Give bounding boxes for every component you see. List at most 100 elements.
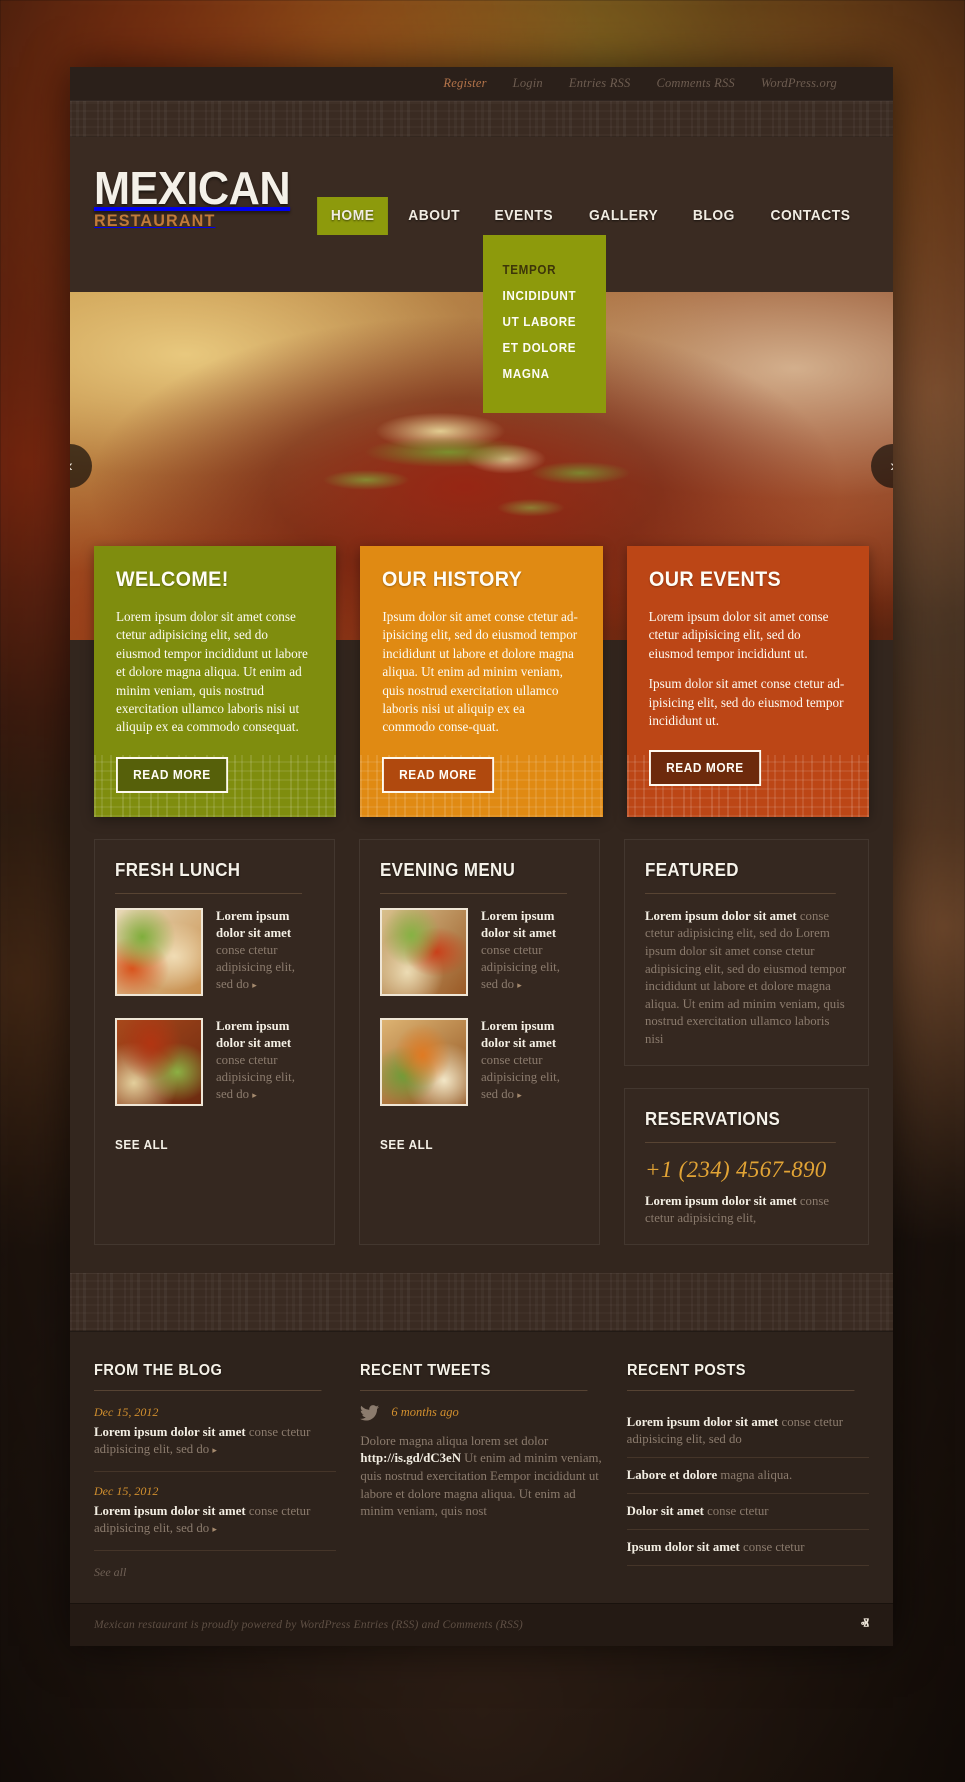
menu-item-text: Lorem ipsum dolor sit amet conse ctetur …	[481, 1018, 579, 1106]
post-lead: Lorem ipsum dolor sit amet	[626, 1414, 779, 1429]
list-item[interactable]: Dec 15, 2012 Lorem ipsum dolor sit amet …	[94, 1484, 337, 1551]
widget-recent-posts: RECENT POSTS Lorem ipsum dolor sit amet …	[626, 1362, 869, 1581]
tweet-body-text: Dolore magna aliqua lorem set dolor http…	[360, 1433, 602, 1521]
dropdown-item-et-dolore[interactable]: ET DOLORE	[483, 335, 597, 361]
menu-item-title: Lorem ipsum dolor sit amet	[216, 1018, 292, 1050]
topbar-link-entries-rss[interactable]: Entries RSS	[569, 76, 631, 91]
blog-entry-text: Lorem ipsum dolor sit amet conse ctetur …	[94, 1424, 336, 1459]
menu-item-title: Lorem ipsum dolor sit amet	[481, 1018, 557, 1050]
topbar-link-register[interactable]: Register	[443, 76, 486, 91]
dropdown-item-ut-labore[interactable]: UT LABORE	[483, 309, 597, 335]
see-all-link-evening-menu[interactable]: SEE ALL	[380, 1128, 433, 1152]
panel-title-featured: FEATURED	[645, 860, 836, 894]
menu-thumbnail-image	[115, 1017, 203, 1106]
read-more-button-events[interactable]: READ MORE	[648, 750, 761, 787]
menu-item-text: Lorem ipsum dolor sit amet conse ctetur …	[216, 908, 314, 996]
tweet-header: 6 months ago	[360, 1404, 602, 1421]
blog-entry-date: Dec 15, 2012	[94, 1404, 159, 1419]
menu-item-title: Lorem ipsum dolor sit amet	[481, 908, 557, 940]
arrow-right-icon: ▸	[252, 1089, 257, 1100]
arrow-right-icon: ▸	[252, 979, 257, 990]
aztec-ornament-strip-bottom	[70, 1273, 893, 1331]
panel-title-evening-menu: EVENING MENU	[380, 860, 568, 894]
promo-title-history: OUR HISTORY	[382, 568, 523, 591]
menu-item-title: Lorem ipsum dolor sit amet	[216, 908, 292, 940]
page-container: Register Login Entries RSS Comments RSS …	[70, 67, 893, 1646]
list-item[interactable]: Lorem ipsum dolor sit amet conse ctetur …	[626, 1405, 869, 1458]
copyright-text: Mexican restaurant is proudly powered by…	[94, 1618, 523, 1631]
panel-title-reservations: RESERVATIONS	[645, 1109, 836, 1143]
tweet-text-before: Dolore magna aliqua lorem set dolor	[360, 1433, 549, 1448]
nav-item-contacts[interactable]: CONTACTS	[757, 197, 865, 235]
read-more-button-welcome[interactable]: READ MORE	[116, 756, 228, 793]
dropdown-item-magna[interactable]: MAGNA	[483, 361, 597, 387]
menu-thumbnail-image	[115, 907, 203, 996]
panel-evening-menu: EVENING MENU Lorem ipsum dolor sit amet …	[359, 838, 600, 1245]
panel-fresh-lunch: FRESH LUNCH Lorem ipsum dolor sit amet c…	[94, 838, 335, 1245]
scroll-to-top-chevron-up-icon[interactable]: ⱏ	[861, 1616, 869, 1633]
widget-from-the-blog: FROM THE BLOG Dec 15, 2012 Lorem ipsum d…	[94, 1362, 337, 1581]
nav-item-about[interactable]: ABOUT	[394, 197, 473, 235]
nav-item-events[interactable]: EVENTS	[481, 197, 567, 235]
logo-sub-text: RESTAURANT	[94, 211, 216, 230]
see-all-link-blog[interactable]: See all	[94, 1565, 126, 1579]
topbar-link-login[interactable]: Login	[513, 76, 543, 91]
arrow-right-icon: ▸	[517, 1089, 522, 1100]
widget-title-blog: FROM THE BLOG	[94, 1362, 322, 1391]
panel-featured: FEATURED Lorem ipsum dolor sit amet cons…	[624, 838, 869, 1066]
list-item[interactable]: Lorem ipsum dolor sit amet conse ctetur …	[115, 907, 314, 996]
post-lead: Ipsum dolor sit amet	[626, 1539, 740, 1554]
top-utility-bar: Register Login Entries RSS Comments RSS …	[70, 67, 893, 101]
content-columns: FRESH LUNCH Lorem ipsum dolor sit amet c…	[70, 817, 893, 1273]
arrow-right-icon: ▸	[212, 1523, 217, 1534]
list-item[interactable]: Dec 15, 2012 Lorem ipsum dolor sit amet …	[94, 1404, 337, 1472]
promo-text-history: Ipsum dolor sit amet conse ctetur ad-ipi…	[382, 609, 578, 735]
main-navigation: HOME ABOUT EVENTS GALLERY BLOG CONTACTS	[314, 197, 869, 235]
post-rest: conse ctetur	[703, 1503, 769, 1518]
featured-lead: Lorem ipsum dolor sit amet	[645, 908, 797, 923]
arrow-right-icon: ▸	[517, 979, 522, 990]
promo-boxes: WELCOME! Lorem ipsum dolor sit amet cons…	[70, 546, 893, 817]
nav-item-blog[interactable]: BLOG	[679, 197, 749, 235]
topbar-link-comments-rss[interactable]: Comments RSS	[656, 76, 734, 91]
list-item[interactable]: Lorem ipsum dolor sit amet conse ctetur …	[115, 1017, 314, 1106]
arrow-right-icon: ▸	[212, 1444, 217, 1455]
see-all-link-fresh-lunch[interactable]: SEE ALL	[115, 1128, 168, 1152]
panel-reservations: RESERVATIONS +1 (234) 4567-890 Lorem ips…	[624, 1087, 869, 1245]
widget-recent-tweets: RECENT TWEETS 6 months ago Dolore magna …	[360, 1362, 602, 1581]
post-rest: magna aliqua.	[717, 1467, 793, 1482]
tweet-timestamp: 6 months ago	[391, 1405, 459, 1420]
featured-body: conse ctetur adipisicing elit, sed do Lo…	[645, 908, 847, 1046]
promo-box-events: OUR EVENTS Lorem ipsum dolor sit amet co…	[626, 546, 869, 817]
list-item[interactable]: Lorem ipsum dolor sit amet conse ctetur …	[380, 1017, 579, 1106]
tweet-link[interactable]: http://is.gd/dC3eN	[360, 1451, 461, 1465]
site-logo[interactable]: MEXICAN RESTAURANT	[94, 165, 303, 231]
menu-thumbnail-image	[380, 1017, 468, 1106]
nav-item-home[interactable]: HOME	[316, 197, 388, 235]
post-lead: Dolor sit amet	[626, 1503, 704, 1518]
dropdown-item-tempor[interactable]: TEMPOR	[483, 257, 597, 283]
list-item[interactable]: Dolor sit amet conse ctetur	[626, 1494, 869, 1530]
blog-entry-lead: Lorem ipsum dolor sit amet	[94, 1424, 246, 1439]
blog-entry-text: Lorem ipsum dolor sit amet conse ctetur …	[94, 1503, 336, 1538]
menu-item-text: Lorem ipsum dolor sit amet conse ctetur …	[481, 908, 579, 996]
promo-text-welcome: Lorem ipsum dolor sit amet conse ctetur …	[116, 609, 308, 735]
dropdown-item-incididunt[interactable]: INCIDIDUNT	[483, 283, 597, 309]
menu-item-text: Lorem ipsum dolor sit amet conse ctetur …	[216, 1018, 314, 1106]
promo-text-events-2: Ipsum dolor sit amet conse ctetur ad-ipi…	[648, 676, 845, 729]
widget-title-tweets: RECENT TWEETS	[360, 1362, 589, 1391]
post-lead: Labore et dolore	[626, 1467, 718, 1482]
read-more-button-history[interactable]: READ MORE	[382, 756, 495, 793]
nav-dropdown-home: TEMPOR INCIDIDUNT UT LABORE ET DOLORE MA…	[483, 235, 606, 413]
reservations-lead: Lorem ipsum dolor sit amet	[645, 1193, 797, 1208]
list-item[interactable]: Lorem ipsum dolor sit amet conse ctetur …	[380, 907, 579, 996]
footer-widgets: FROM THE BLOG Dec 15, 2012 Lorem ipsum d…	[70, 1330, 893, 1603]
nav-item-gallery[interactable]: GALLERY	[575, 197, 672, 235]
twitter-bird-icon	[360, 1404, 380, 1421]
panel-title-fresh-lunch: FRESH LUNCH	[115, 860, 303, 894]
list-item[interactable]: Ipsum dolor sit amet conse ctetur	[626, 1530, 869, 1566]
topbar-link-wordpress-org[interactable]: WordPress.org	[761, 76, 837, 91]
list-item[interactable]: Labore et dolore magna aliqua.	[626, 1458, 869, 1494]
reservations-phone-number[interactable]: +1 (234) 4567-890	[645, 1157, 848, 1183]
promo-title-welcome: WELCOME!	[116, 568, 229, 591]
